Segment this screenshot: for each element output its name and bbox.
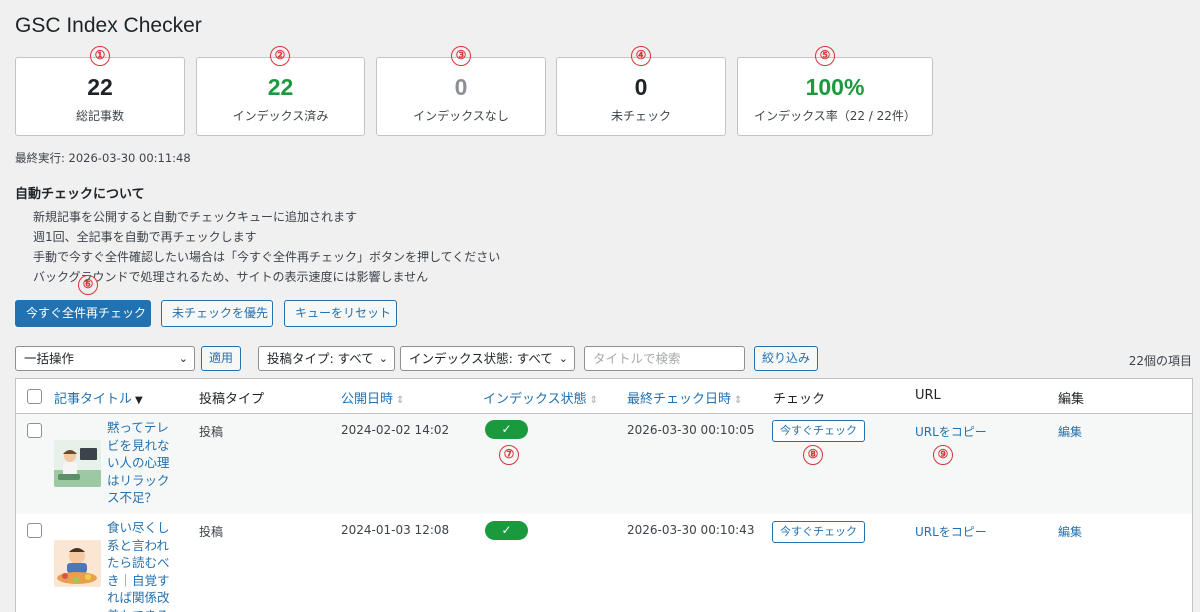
- row-published: 2024-01-03 12:08: [341, 523, 450, 537]
- chevron-down-icon: ⌄: [558, 352, 568, 365]
- column-index-status[interactable]: インデックス状態 ⇕: [483, 388, 598, 407]
- annotation-marker-1: ①: [90, 46, 110, 66]
- edit-link[interactable]: 編集: [1058, 523, 1082, 540]
- article-thumbnail: [54, 540, 101, 587]
- annotation-marker-8: ⑧: [803, 445, 823, 465]
- column-edit: 編集: [1058, 392, 1085, 407]
- annotation-marker-2: ②: [270, 46, 290, 66]
- auto-check-item: 週1回、全記事を自動で再チェックします: [33, 230, 257, 244]
- article-thumbnail: [54, 440, 101, 487]
- stat-card-total: 22 総記事数: [15, 57, 185, 136]
- column-index-status-label: インデックス状態: [483, 392, 587, 407]
- row-last-checked: 2026-03-30 00:10:43: [627, 523, 755, 537]
- copy-url-link[interactable]: URLをコピー: [915, 423, 987, 440]
- stat-not-indexed-value: 0: [454, 74, 468, 100]
- row-post-type: 投稿: [199, 425, 224, 439]
- auto-check-title: 自動チェックについて: [15, 187, 145, 202]
- page-title: GSC Index Checker: [15, 14, 202, 37]
- row-checkbox[interactable]: [27, 523, 42, 538]
- annotation-marker-5: ⑤: [815, 46, 835, 66]
- articles-table: 記事タイトル ▼ 投稿タイプ 公開日時 ⇕ インデックス状態 ⇕ 最終チェック日時 ⇕ …: [15, 378, 1193, 612]
- row-post-type: 投稿: [199, 525, 224, 539]
- stat-total-label: 総記事数: [75, 109, 124, 123]
- article-title-link[interactable]: 黙ってテレビを見れない人の心理はリラックス不足？: [107, 419, 179, 507]
- column-check: チェック: [773, 392, 826, 407]
- check-now-button[interactable]: 今すぐチェック: [772, 420, 865, 442]
- index-status-value: インデックス状態: すべて: [409, 351, 553, 366]
- stat-card-indexed: 22 インデックス済み: [196, 57, 365, 136]
- stat-indexed-label: インデックス済み: [232, 109, 329, 123]
- stat-total-value: 22: [87, 74, 113, 100]
- annotation-marker-4: ④: [631, 46, 651, 66]
- row-checkbox[interactable]: [27, 423, 42, 438]
- stat-indexed-value: 22: [267, 74, 294, 100]
- filter-button[interactable]: 絞り込み: [754, 346, 819, 371]
- indexed-status-badge: ✓: [485, 521, 528, 540]
- auto-check-list: 新規記事を公開すると自動でチェックキューに追加されます 週1回、全記事を自動で再…: [33, 207, 500, 287]
- row-last-checked: 2026-03-30 00:10:05: [627, 423, 755, 437]
- column-published-label: 公開日時: [341, 392, 394, 407]
- stat-index-rate-value: 100%: [805, 74, 865, 100]
- annotation-marker-7: ⑦: [499, 445, 519, 465]
- row-published: 2024-02-02 14:02: [341, 423, 450, 437]
- stat-card-unchecked: 0 未チェック: [556, 57, 726, 136]
- last-run-timestamp: 最終実行: 2026-03-30 00:11:48: [15, 151, 191, 165]
- column-title-label: 記事タイトル: [54, 392, 133, 407]
- auto-check-item: 手動で今すぐ全件確認したい場合は「今すぐ全件再チェック」ボタンを押してください: [33, 250, 501, 264]
- table-row: 食い尽くし系と言われたら読むべき｜自覚すれば関係改善もできる 投稿 2024-0…: [16, 514, 1192, 612]
- check-now-button[interactable]: 今すぐチェック: [772, 521, 865, 543]
- select-all-checkbox[interactable]: [27, 389, 42, 404]
- column-last-checked[interactable]: 最終チェック日時 ⇕: [627, 388, 742, 407]
- column-title[interactable]: 記事タイトル ▼: [54, 388, 143, 407]
- table-header: 記事タイトル ▼ 投稿タイプ 公開日時 ⇕ インデックス状態 ⇕ 最終チェック日時 ⇕ …: [16, 379, 1192, 414]
- auto-check-item: バックグラウンドで処理されるため、サイトの表示速度には影響しません: [33, 270, 429, 284]
- apply-button[interactable]: 適用: [201, 346, 242, 371]
- chevron-down-icon: ⌄: [178, 352, 188, 365]
- edit-link[interactable]: 編集: [1058, 423, 1082, 440]
- annotation-marker-6: ⑥: [78, 275, 98, 295]
- annotation-marker-9: ⑨: [933, 445, 953, 465]
- stat-unchecked-value: 0: [634, 74, 648, 100]
- stat-not-indexed-label: インデックスなし: [413, 109, 509, 123]
- recheck-all-button[interactable]: 今すぐ全件再チェック: [15, 300, 151, 327]
- bulk-action-value: 一括操作: [24, 351, 75, 366]
- sort-desc-icon: ▼: [135, 395, 143, 406]
- copy-url-link[interactable]: URLをコピー: [915, 523, 987, 540]
- bulk-action-select[interactable]: 一括操作 ⌄: [15, 346, 195, 371]
- index-status-select[interactable]: インデックス状態: すべて ⌄: [400, 346, 575, 371]
- column-post-type: 投稿タイプ: [199, 392, 265, 407]
- sort-icon: ⇕: [589, 395, 599, 406]
- stat-index-rate-label: インデックス率（22 / 22件）: [754, 109, 916, 123]
- prioritize-unchecked-button[interactable]: 未チェックを優先: [161, 300, 273, 327]
- stat-card-index-rate: 100% インデックス率（22 / 22件）: [737, 57, 933, 136]
- post-type-select[interactable]: 投稿タイプ: すべて ⌄: [258, 346, 395, 371]
- sort-icon: ⇕: [396, 395, 405, 406]
- item-count: 22個の項目: [1128, 354, 1192, 368]
- reset-queue-button[interactable]: キューをリセット: [284, 300, 397, 327]
- stat-card-not-indexed: 0 インデックスなし: [376, 57, 546, 136]
- auto-check-item: 新規記事を公開すると自動でチェックキューに追加されます: [33, 210, 358, 224]
- indexed-status-badge: ✓: [485, 420, 528, 439]
- post-type-value: 投稿タイプ: すべて: [267, 351, 374, 366]
- stat-unchecked-label: 未チェック: [610, 109, 671, 123]
- chevron-down-icon: ⌄: [378, 352, 388, 365]
- annotation-marker-3: ③: [451, 46, 471, 66]
- column-last-checked-label: 最終チェック日時: [627, 392, 732, 407]
- sort-icon: ⇕: [734, 395, 743, 406]
- article-title-link[interactable]: 食い尽くし系と言われたら読むべき｜自覚すれば関係改善もできる: [107, 519, 179, 612]
- column-url: URL: [915, 388, 941, 403]
- column-published[interactable]: 公開日時 ⇕: [341, 388, 404, 407]
- table-row: 黙ってテレビを見れない人の心理はリラックス不足？ 投稿 2024-02-02 1…: [16, 414, 1192, 514]
- title-search-input[interactable]: タイトルで検索: [584, 346, 745, 371]
